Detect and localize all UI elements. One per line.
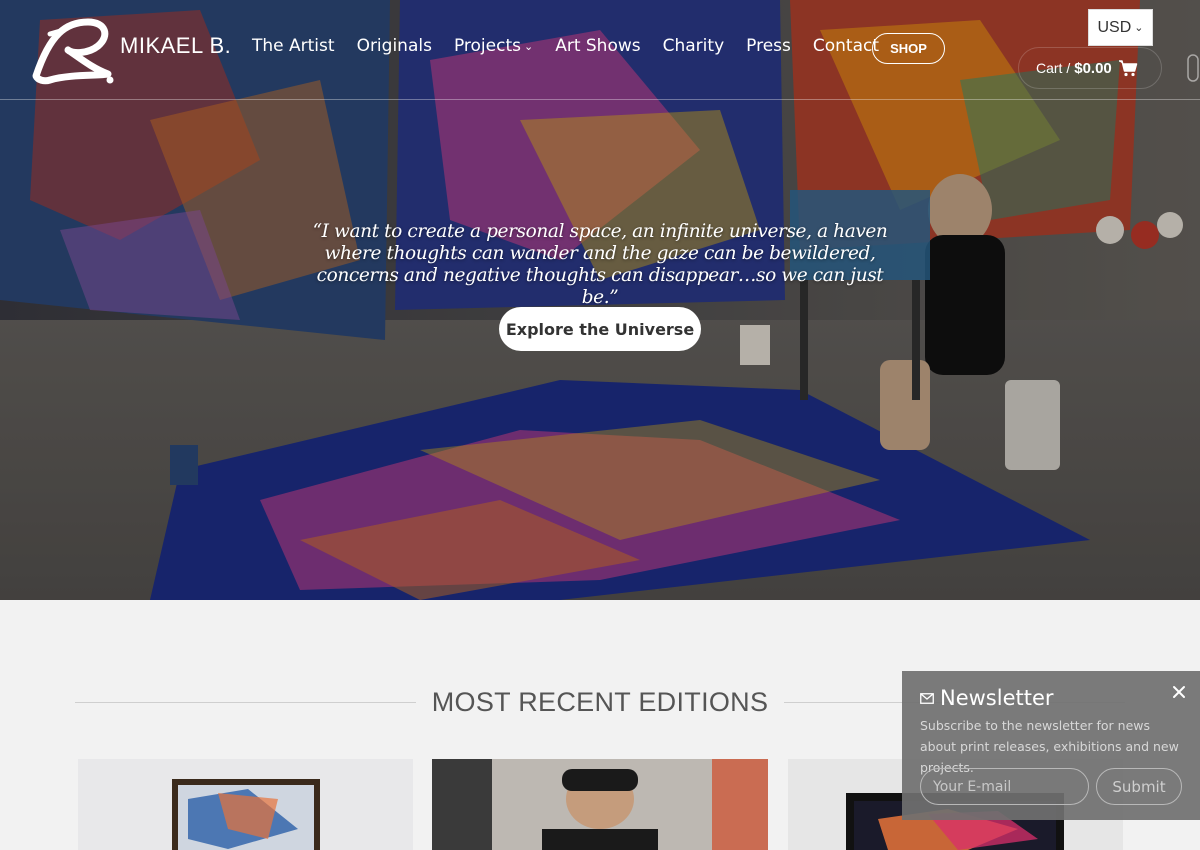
nav-item-press[interactable]: Press	[746, 36, 791, 56]
newsletter-title: Newsletter	[940, 686, 1054, 710]
cart-icon	[1118, 60, 1138, 77]
cart-total: $0.00	[1074, 59, 1112, 77]
newsletter-popup: Newsletter Subscribe to the newsletter f…	[902, 671, 1200, 820]
product-image	[78, 759, 413, 850]
shop-button[interactable]: SHOP	[872, 33, 945, 64]
section-title: MOST RECENT EDITIONS	[431, 686, 769, 717]
logo-icon[interactable]	[30, 14, 120, 86]
site-header: MIKAEL B. The Artist Originals Projects ⌄…	[0, 0, 1200, 100]
nav-item-art-shows[interactable]: Art Shows	[555, 36, 640, 56]
nav-item-originals[interactable]: Originals	[357, 36, 432, 56]
nav-item-contact[interactable]: Contact	[813, 36, 879, 56]
nav-item-label: Projects	[453, 36, 521, 56]
product-card[interactable]	[78, 759, 413, 850]
explore-universe-button[interactable]: Explore the Universe	[499, 307, 701, 351]
nav-item-label: Contact	[812, 36, 880, 56]
brand-name[interactable]: MIKAEL B.	[120, 33, 231, 59]
nav-item-label: The Artist	[252, 36, 335, 56]
nav-item-charity[interactable]: Charity	[663, 36, 725, 56]
scroll-edge-icon	[1187, 54, 1199, 82]
mail-icon	[920, 692, 934, 704]
chevron-down-icon: ⌄	[1134, 22, 1144, 34]
cart-button[interactable]: Cart / $0.00	[1018, 47, 1162, 89]
nav-item-label: Press	[746, 36, 791, 56]
nav-item-projects[interactable]: Projects ⌄	[454, 36, 533, 56]
chevron-down-icon: ⌄	[523, 39, 534, 53]
cart-label: Cart /	[1036, 60, 1071, 76]
currency-select[interactable]: USD ⌄	[1088, 9, 1153, 46]
main-nav: The Artist Originals Projects ⌄ Art Shows…	[252, 36, 901, 56]
email-field[interactable]	[920, 768, 1089, 805]
product-card[interactable]	[432, 759, 768, 850]
nav-item-label: Originals	[356, 36, 432, 56]
hero-quote: “I want to create a personal space, an i…	[312, 221, 888, 308]
nav-item-label: Charity	[662, 36, 725, 56]
newsletter-heading: Newsletter	[920, 686, 1054, 710]
product-image	[432, 759, 768, 850]
hero-section: MIKAEL B. The Artist Originals Projects ⌄…	[0, 0, 1200, 600]
nav-item-label: Art Shows	[555, 36, 641, 56]
nav-item-the-artist[interactable]: The Artist	[252, 36, 335, 56]
currency-value: USD	[1097, 18, 1132, 36]
submit-button[interactable]: Submit	[1096, 768, 1182, 805]
close-icon[interactable]	[1172, 685, 1186, 699]
divider-line	[75, 701, 416, 703]
